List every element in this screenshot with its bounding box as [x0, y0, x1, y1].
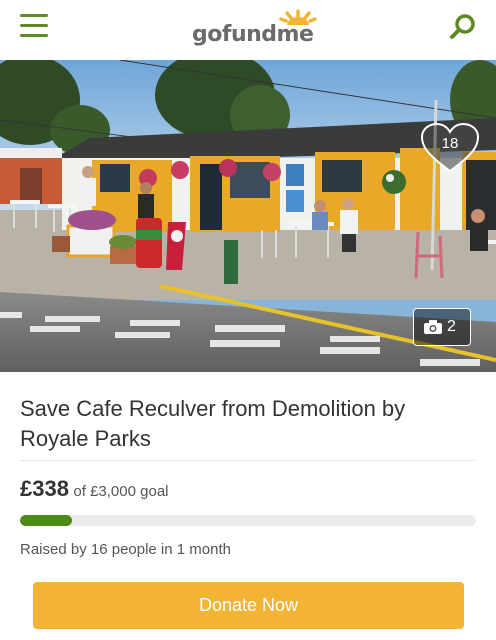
hamburger-menu-icon[interactable]	[20, 14, 48, 38]
donation-meta: Raised by 16 people in 1 month	[20, 541, 231, 558]
gofundme-logo[interactable]: gofundme	[192, 8, 324, 52]
progress-bar	[20, 515, 476, 526]
raised-amount: £338	[20, 476, 69, 501]
top-bar: gofundme	[0, 0, 496, 60]
amount-raised: £338 of £3,000 goal	[20, 476, 169, 502]
logo-wordmark: gofundme	[192, 22, 314, 47]
camera-icon	[424, 320, 442, 334]
donate-now-button[interactable]: Donate Now	[33, 582, 464, 629]
logo-part-go: go	[192, 22, 222, 47]
like-count: 18	[441, 135, 459, 152]
campaign-hero-image[interactable]: 18 2	[0, 60, 496, 372]
logo-part-me: me	[276, 22, 314, 47]
logo-part-fund: fund	[221, 22, 277, 47]
divider	[20, 460, 476, 461]
goal-text: of £3,000 goal	[73, 483, 169, 500]
progress-fill	[20, 515, 72, 526]
like-button[interactable]: 18	[421, 123, 479, 173]
photo-gallery-button[interactable]: 2	[413, 308, 471, 346]
photo-count: 2	[447, 318, 456, 335]
search-icon[interactable]	[448, 12, 478, 42]
campaign-title: Save Cafe Reculver from Demolition by Ro…	[20, 396, 406, 451]
